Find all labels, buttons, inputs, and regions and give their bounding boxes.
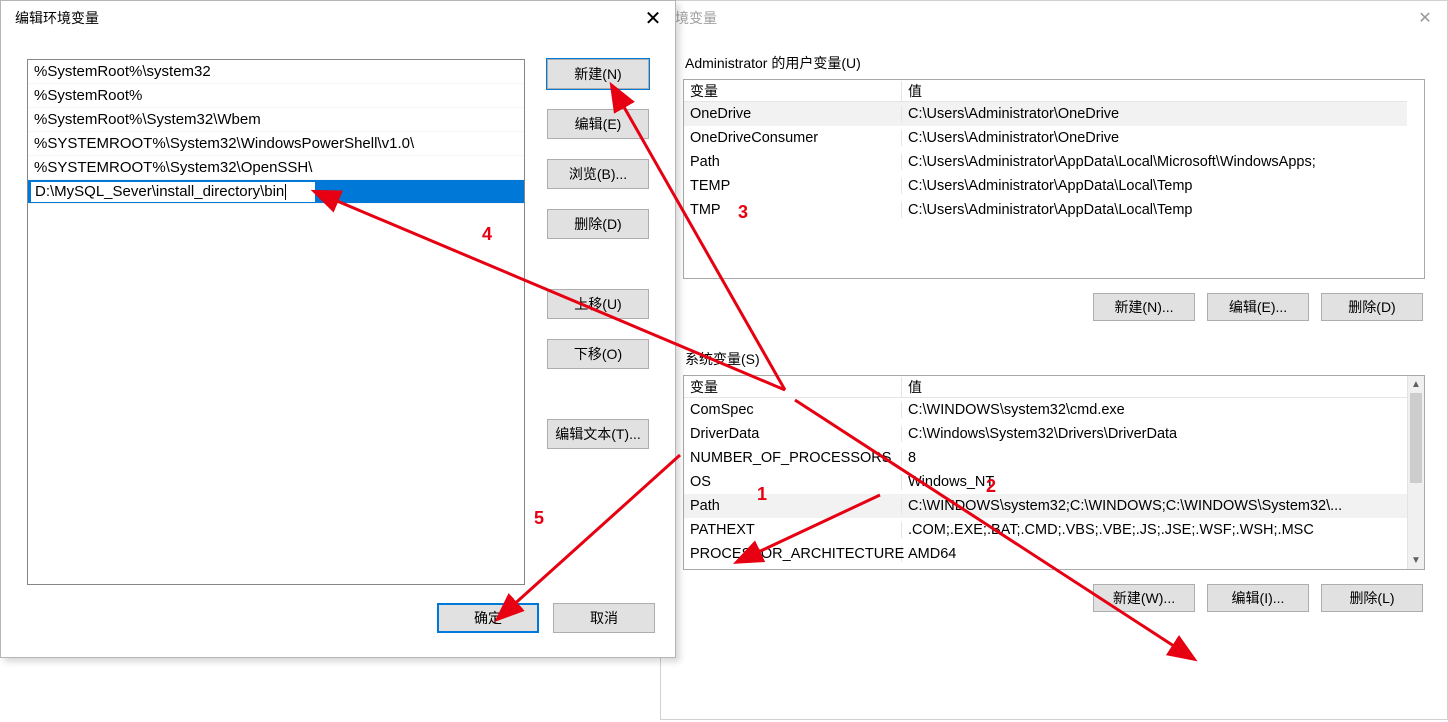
text-caret	[285, 184, 286, 200]
table-row[interactable]: Path C:\Users\Administrator\AppData\Loca…	[684, 150, 1407, 174]
table-row[interactable]: PROCESSOR_ARCHITECTURE AMD64	[684, 542, 1407, 566]
scroll-thumb[interactable]	[1410, 393, 1422, 483]
system-vars-table[interactable]: 变量 值 ComSpec C:\WINDOWS\system32\cmd.exe…	[683, 375, 1425, 570]
col-header-value[interactable]: 值	[902, 81, 1407, 101]
table-row[interactable]: OneDriveConsumer C:\Users\Administrator\…	[684, 126, 1407, 150]
scroll-down-icon[interactable]: ▼	[1408, 552, 1424, 569]
list-item[interactable]: %SYSTEMROOT%\System32\OpenSSH\	[28, 156, 524, 180]
edit-system-button[interactable]: 编辑(I)...	[1207, 584, 1309, 612]
new-system-button[interactable]: 新建(W)...	[1093, 584, 1195, 612]
path-list[interactable]: %SystemRoot%\system32 %SystemRoot% %Syst…	[27, 59, 525, 585]
delete-button[interactable]: 删除(D)	[547, 209, 649, 239]
ok-button[interactable]: 确定	[437, 603, 539, 633]
list-item[interactable]: %SystemRoot%\System32\Wbem	[28, 108, 524, 132]
col-header-value[interactable]: 值	[902, 377, 1407, 397]
new-user-button[interactable]: 新建(N)...	[1093, 293, 1195, 321]
user-vars-table[interactable]: 变量 值 OneDrive C:\Users\Administrator\One…	[683, 79, 1425, 279]
scroll-up-icon[interactable]: ▲	[1408, 376, 1424, 393]
close-icon[interactable]: ✕	[1403, 1, 1447, 35]
table-row[interactable]: PATHEXT .COM;.EXE;.BAT;.CMD;.VBS;.VBE;.J…	[684, 518, 1407, 542]
environment-variables-dialog: 境变量 ✕ Administrator 的用户变量(U) 变量 值 OneDri…	[660, 0, 1448, 720]
table-row[interactable]: DriverData C:\Windows\System32\Drivers\D…	[684, 422, 1407, 446]
table-row[interactable]: OS Windows_NT	[684, 470, 1407, 494]
edit-button[interactable]: 编辑(E)	[547, 109, 649, 139]
col-header-name[interactable]: 变量	[684, 377, 902, 397]
new-button[interactable]: 新建(N)	[547, 59, 649, 89]
table-row[interactable]: NUMBER_OF_PROCESSORS 8	[684, 446, 1407, 470]
sys-vars-label: 系统变量(S)	[683, 349, 1425, 369]
browse-button[interactable]: 浏览(B)...	[547, 159, 649, 189]
move-up-button[interactable]: 上移(U)	[547, 289, 649, 319]
close-icon[interactable]: ✕	[631, 1, 675, 35]
col-header-name[interactable]: 变量	[684, 81, 902, 101]
list-item[interactable]: %SystemRoot%\system32	[28, 60, 524, 84]
edit-title: 编辑环境变量	[15, 8, 99, 28]
list-item-editing[interactable]: D:\MySQL_Sever\install_directory\bin	[28, 180, 524, 204]
cancel-button[interactable]: 取消	[553, 603, 655, 633]
table-row[interactable]: PROCESSOR_IDENTIFIER Intel64 Family 6 Mo…	[684, 566, 1407, 569]
list-item[interactable]: %SystemRoot%	[28, 84, 524, 108]
table-row[interactable]: OneDrive C:\Users\Administrator\OneDrive	[684, 102, 1407, 126]
edit-text-button[interactable]: 编辑文本(T)...	[547, 419, 649, 449]
table-row[interactable]: ComSpec C:\WINDOWS\system32\cmd.exe	[684, 398, 1407, 422]
table-row[interactable]: TMP C:\Users\Administrator\AppData\Local…	[684, 198, 1407, 222]
env-title: 境变量	[675, 8, 717, 28]
path-edit-input[interactable]: D:\MySQL_Sever\install_directory\bin	[30, 181, 316, 203]
move-down-button[interactable]: 下移(O)	[547, 339, 649, 369]
edit-titlebar: 编辑环境变量 ✕	[1, 1, 675, 35]
table-row[interactable]: TEMP C:\Users\Administrator\AppData\Loca…	[684, 174, 1407, 198]
delete-user-button[interactable]: 删除(D)	[1321, 293, 1423, 321]
user-vars-label: Administrator 的用户变量(U)	[683, 53, 1425, 73]
env-titlebar: 境变量 ✕	[661, 1, 1447, 35]
table-row[interactable]: Path C:\WINDOWS\system32;C:\WINDOWS;C:\W…	[684, 494, 1407, 518]
edit-env-variable-dialog: 编辑环境变量 ✕ %SystemRoot%\system32 %SystemRo…	[0, 0, 676, 658]
list-item[interactable]: %SYSTEMROOT%\System32\WindowsPowerShell\…	[28, 132, 524, 156]
edit-user-button[interactable]: 编辑(E)...	[1207, 293, 1309, 321]
delete-system-button[interactable]: 删除(L)	[1321, 584, 1423, 612]
scrollbar[interactable]: ▲ ▼	[1407, 376, 1424, 569]
